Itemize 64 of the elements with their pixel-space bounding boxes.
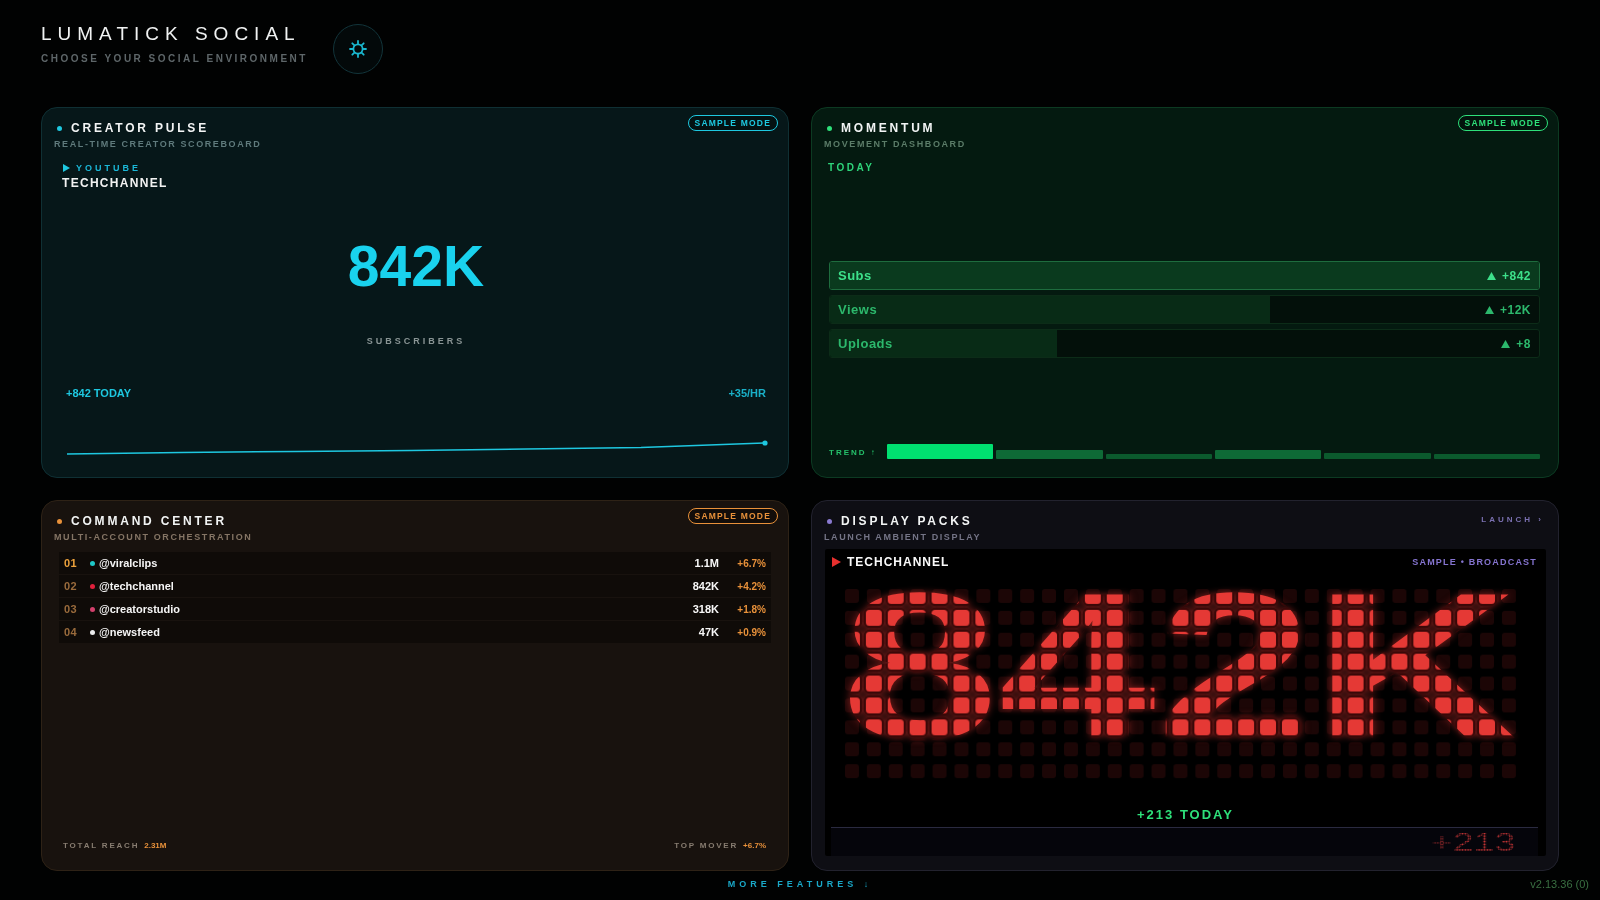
metric-row[interactable]: Subs +842 — [829, 261, 1540, 290]
more-features-link[interactable]: MORE FEATURES ↓ — [727, 879, 873, 889]
mode-badge: SAMPLE MODE — [687, 508, 778, 524]
metric-change: +12K — [1499, 302, 1531, 317]
total-reach-label: TOTAL REACH — [63, 841, 140, 851]
triangle-up-icon — [1501, 339, 1511, 348]
account-count: 47K — [698, 626, 719, 638]
card-subtitle: REAL-TIME CREATOR SCOREBOARD — [54, 138, 263, 150]
account-rank: 03 — [64, 603, 79, 615]
card-title: DISPLAY PACKS — [841, 514, 973, 528]
metric-label: Uploads — [838, 336, 893, 351]
mode-badge: SAMPLE MODE — [687, 115, 778, 131]
metric-row[interactable]: Uploads +8 — [829, 329, 1540, 358]
account-rank: 02 — [64, 580, 79, 592]
account-change: +6.7% — [736, 557, 766, 569]
card-subtitle: MULTI-ACCOUNT ORCHESTRATION — [54, 531, 254, 543]
channel-name: TECHCHANNEL — [61, 176, 168, 190]
triangle-up-icon — [1486, 271, 1496, 280]
play-icon — [63, 164, 70, 172]
account-count: 1.1M — [694, 557, 719, 569]
settings-icon — [348, 40, 367, 58]
metric-label: Subs — [838, 268, 872, 283]
card-title: COMMAND CENTER — [71, 514, 227, 528]
metric-change: +8 — [1516, 336, 1531, 351]
platform-label: YOUTUBE — [76, 162, 141, 174]
channel-name: TECHCHANNEL — [847, 555, 950, 569]
trend-label: TREND ↑ — [829, 448, 877, 458]
account-handle: @creatorstudio — [99, 603, 181, 615]
metric-row[interactable]: Views +12K — [829, 295, 1540, 324]
settings-button[interactable] — [332, 24, 383, 74]
account-change: +0.9% — [736, 626, 766, 638]
account-handle: @techchannel — [99, 580, 174, 592]
top-mover-label: TOP MOVER — [674, 841, 739, 851]
launch-link[interactable]: LAUNCH › — [1481, 514, 1548, 526]
subscriber-count: 842K — [347, 236, 485, 296]
total-reach-value: 2.31M — [144, 841, 167, 851]
period-label: TODAY — [827, 162, 875, 174]
metric-change: +842 — [1501, 268, 1531, 283]
account-count: 318K — [692, 603, 719, 615]
card-title: MOMENTUM — [841, 121, 936, 135]
play-icon — [832, 557, 841, 567]
app-title: LUMATICK SOCIAL — [41, 24, 302, 44]
account-count: 842K — [692, 580, 719, 592]
account-handle: @viralclips — [99, 557, 158, 569]
count-label: SUBSCRIBERS — [366, 335, 466, 347]
account-change: +4.2% — [736, 580, 766, 592]
version-label: v2.13.36 (0) — [1530, 878, 1589, 890]
account-change: +1.8% — [736, 603, 766, 615]
today-gain: +842 TODAY — [66, 386, 132, 400]
top-mover-value: +6.7% — [743, 841, 766, 851]
card-subtitle: LAUNCH AMBIENT DISPLAY — [824, 531, 983, 543]
led-ticker-display: +213 — [1430, 832, 1516, 852]
mode-badge: SAMPLE MODE — [1457, 115, 1548, 131]
card-title: CREATOR PULSE — [71, 121, 209, 135]
app-subtitle: CHOOSE YOUR SOCIAL ENVIRONMENT — [41, 53, 308, 65]
today-gain: +213 TODAY — [1136, 807, 1235, 824]
metric-label: Views — [838, 302, 878, 317]
broadcast-tags: SAMPLE • BROADCAST — [1412, 557, 1537, 567]
account-handle: @newsfeed — [99, 626, 160, 638]
hourly-rate: +35/HR — [728, 386, 766, 400]
account-rank: 01 — [64, 557, 79, 569]
triangle-up-icon — [1484, 305, 1494, 314]
account-rank: 04 — [64, 626, 79, 638]
card-subtitle: MOVEMENT DASHBOARD — [824, 138, 967, 150]
